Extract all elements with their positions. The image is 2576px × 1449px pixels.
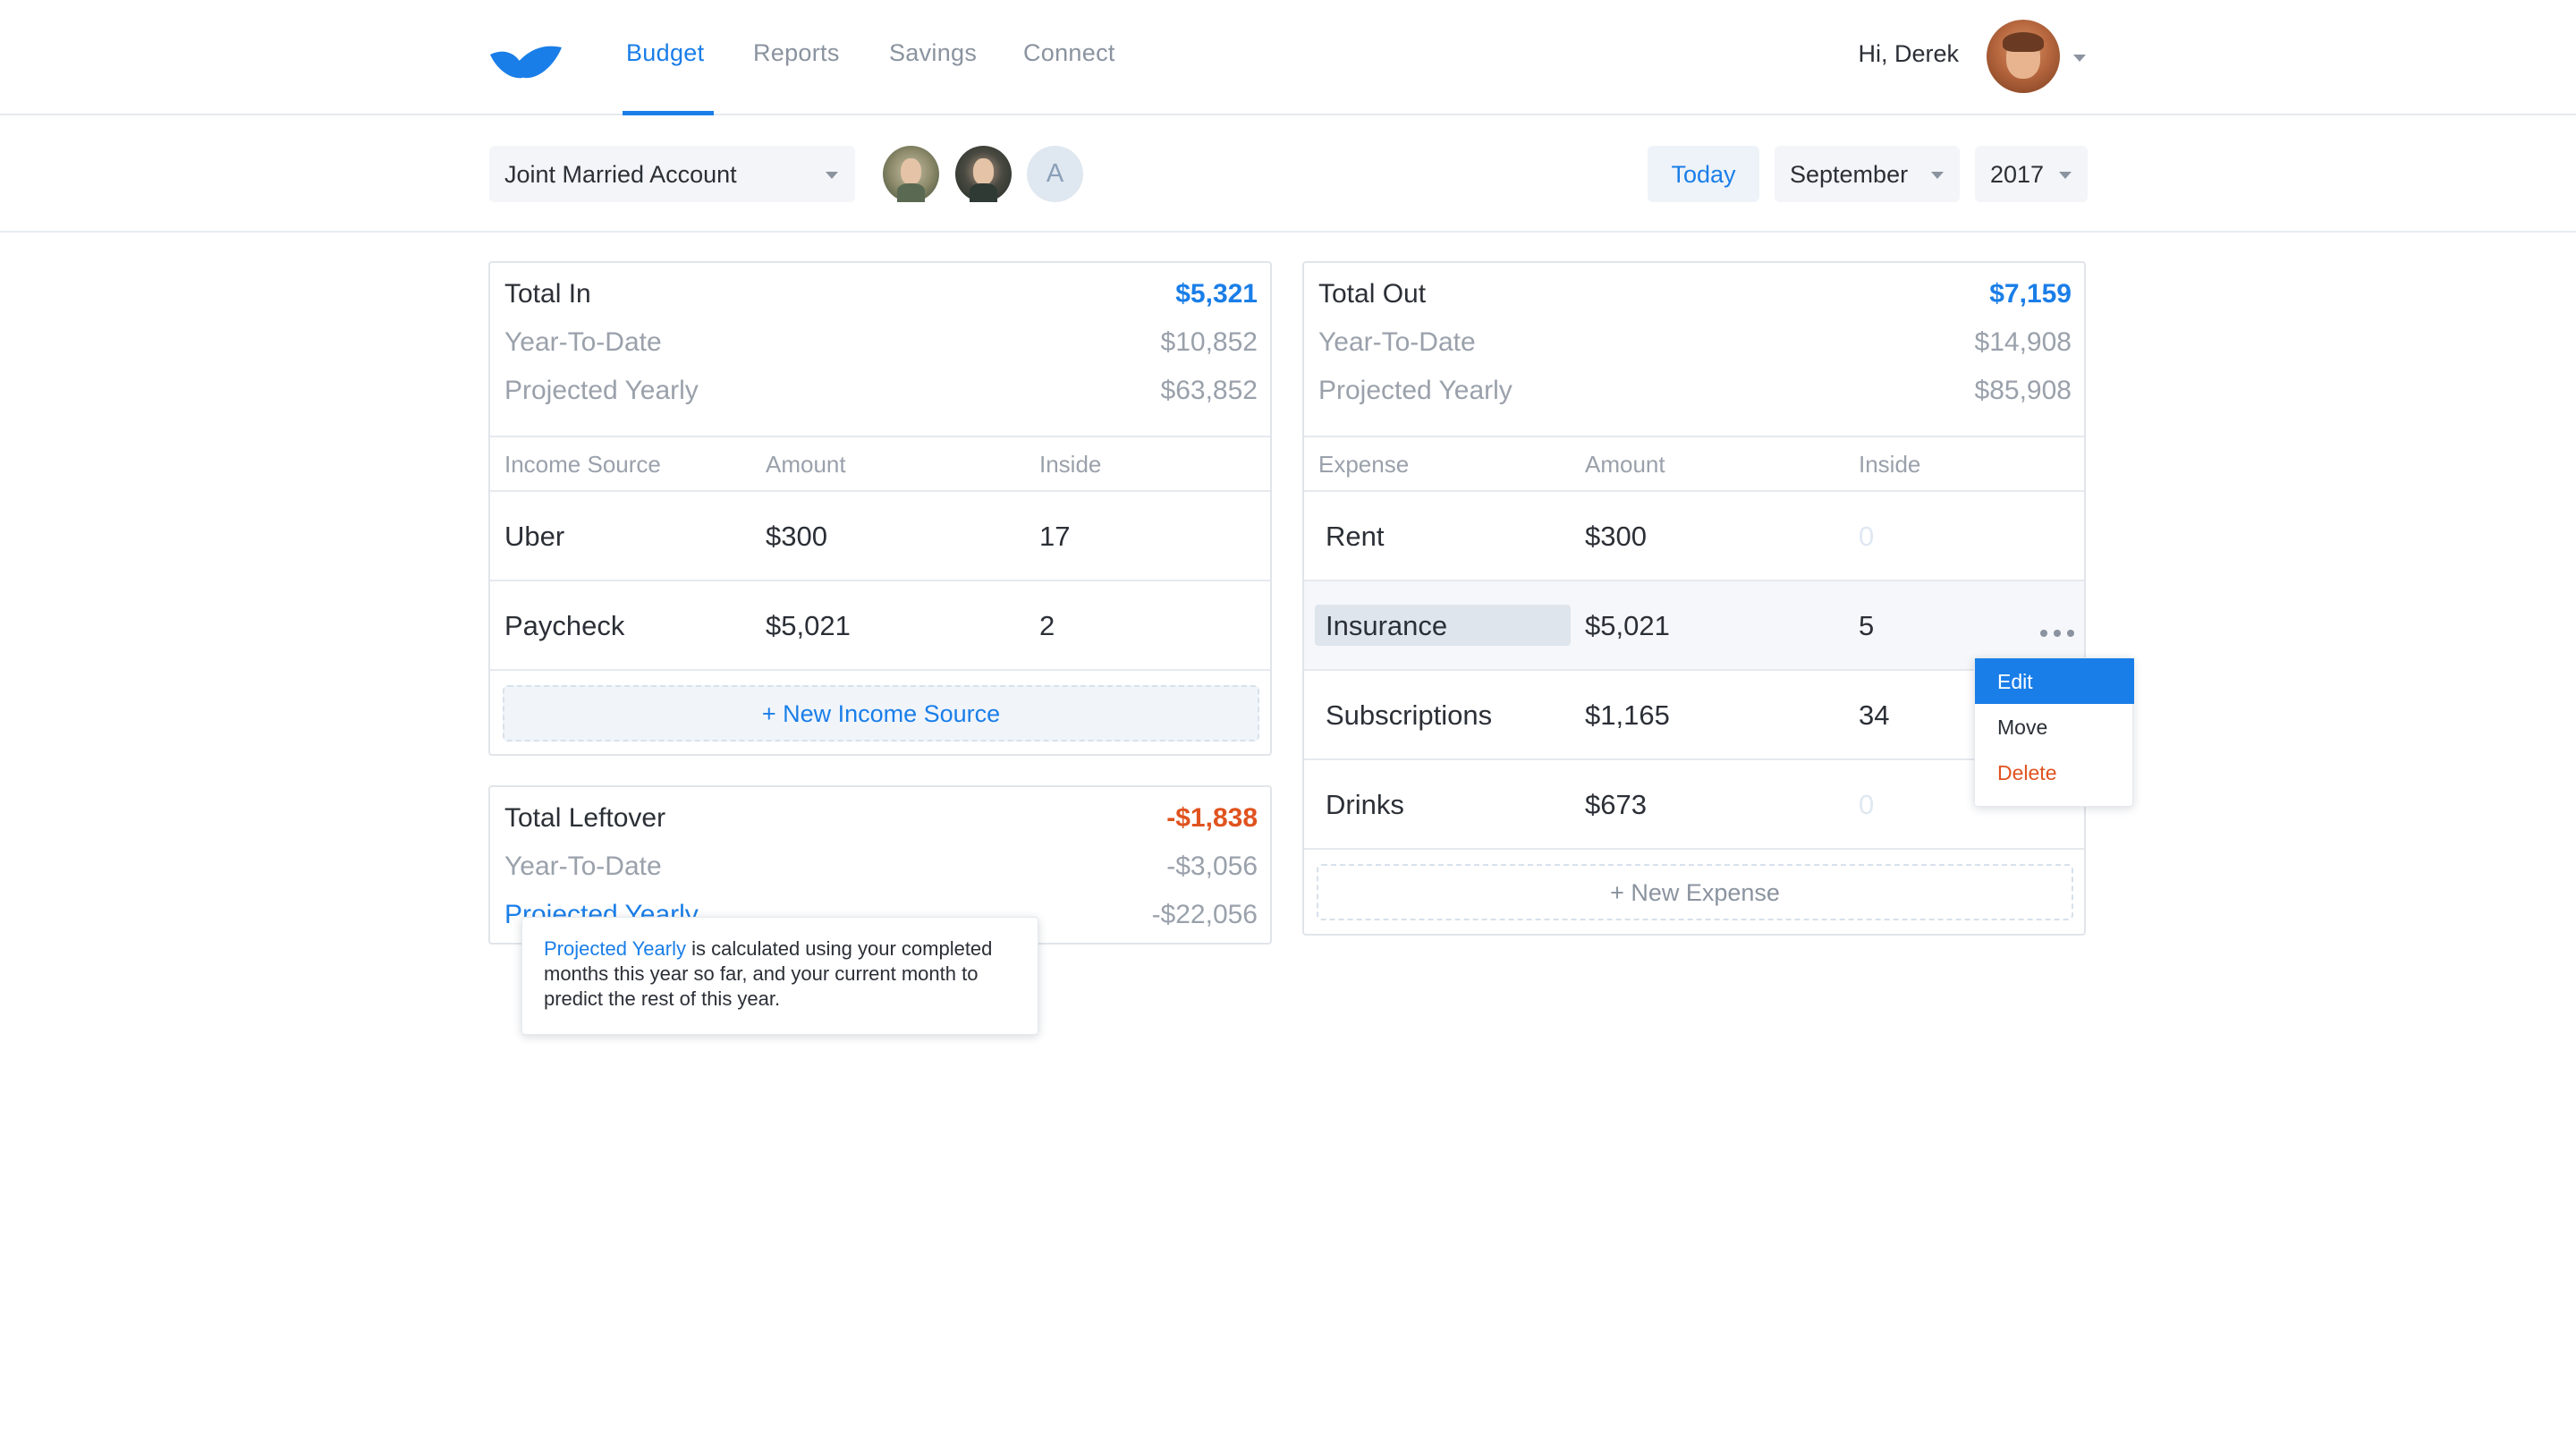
month-chevron-down-icon <box>1931 172 1944 179</box>
divider <box>490 436 1270 437</box>
income-inside: 2 <box>1039 610 1055 641</box>
expense-name: Insurance <box>1326 610 1448 641</box>
divider <box>490 490 1270 492</box>
new-income-source-button[interactable]: + New Income Source <box>503 685 1259 741</box>
divider <box>1304 669 2084 671</box>
expense-ytd-label: Year-To-Date <box>1318 327 1476 357</box>
new-expense-button[interactable]: + New Expense <box>1317 864 2073 920</box>
leftover-ytd-value: -$3,056 <box>1166 852 1258 881</box>
tab-connect[interactable]: Connect <box>1023 39 1115 67</box>
income-ytd-value: $10,852 <box>1160 327 1258 357</box>
member-face <box>973 158 994 185</box>
expense-inside: 0 <box>1859 521 1875 552</box>
top-nav: Budget Reports Savings Connect Hi, Derek <box>0 0 2576 115</box>
budget-toolbar <box>0 117 2576 233</box>
tab-budget[interactable]: Budget <box>626 39 704 67</box>
menu-item-delete[interactable]: Delete <box>1975 750 2134 795</box>
income-ytd-label: Year-To-Date <box>504 327 662 357</box>
income-projected-value: $63,852 <box>1160 376 1258 405</box>
app-logo-icon[interactable] <box>488 38 564 80</box>
month-select-value: September <box>1790 161 1909 188</box>
col-header-expense: Expense <box>1318 451 1410 478</box>
menu-item-edit[interactable]: Edit <box>1975 658 2134 704</box>
tab-reports[interactable]: Reports <box>753 39 840 67</box>
expense-inside: 0 <box>1859 789 1875 820</box>
divider <box>490 669 1270 671</box>
col-header-income-source: Income Source <box>504 451 661 478</box>
expense-ytd-value: $14,908 <box>1974 327 2072 357</box>
divider <box>1304 436 2084 437</box>
account-select[interactable]: Joint Married Account <box>489 146 855 202</box>
member-face <box>901 158 921 185</box>
expense-amount: $5,021 <box>1585 610 1670 641</box>
member-body <box>970 183 997 202</box>
menu-item-move[interactable]: Move <box>1975 704 2134 750</box>
user-avatar[interactable] <box>1987 20 2060 93</box>
expense-name: Rent <box>1326 521 1385 552</box>
total-out-label: Total Out <box>1318 279 1427 309</box>
divider <box>490 580 1270 581</box>
member-body <box>897 183 925 202</box>
expense-amount: $300 <box>1585 521 1647 552</box>
user-greeting: Hi, Derek <box>1858 40 1959 67</box>
income-name: Paycheck <box>504 610 625 641</box>
member-avatar-2[interactable] <box>955 146 1012 202</box>
leftover-projected-value: -$22,056 <box>1151 900 1258 929</box>
leftover-ytd-label: Year-To-Date <box>504 852 662 881</box>
total-in-label: Total In <box>504 279 591 309</box>
income-amount: $5,021 <box>766 610 851 641</box>
expense-amount: $1,165 <box>1585 699 1670 731</box>
income-inside: 17 <box>1039 521 1071 552</box>
user-menu-chevron-down-icon[interactable] <box>2073 55 2086 62</box>
expense-card: Total Out $7,159 Year-To-Date $14,908 Pr… <box>1302 261 2086 936</box>
tab-savings[interactable]: Savings <box>889 39 977 67</box>
month-select[interactable]: September <box>1775 146 1960 202</box>
income-amount: $300 <box>766 521 827 552</box>
year-chevron-down-icon <box>2059 172 2072 179</box>
year-select[interactable]: 2017 <box>1975 146 2088 202</box>
account-chevron-down-icon <box>826 172 838 179</box>
total-leftover-value: -$1,838 <box>1166 803 1258 833</box>
col-header-inside: Inside <box>1859 451 1921 478</box>
row-context-menu: Edit Move Delete <box>1974 657 2134 807</box>
col-header-amount: Amount <box>766 451 846 478</box>
member-avatar-1[interactable] <box>883 146 939 202</box>
avatar-hair <box>2003 32 2044 52</box>
income-projected-label[interactable]: Projected Yearly <box>504 376 699 406</box>
expense-projected-value: $85,908 <box>1974 376 2072 405</box>
divider <box>1304 490 2084 492</box>
expense-inside: 34 <box>1859 699 1890 731</box>
tooltip-term: Projected Yearly <box>544 937 686 960</box>
income-name: Uber <box>504 521 565 552</box>
projected-yearly-tooltip: Projected Yearly is calculated using you… <box>521 917 1038 1035</box>
divider <box>1304 758 2084 760</box>
add-member-avatar[interactable]: A <box>1027 146 1083 202</box>
total-leftover-label: Total Leftover <box>504 803 666 833</box>
year-select-value: 2017 <box>1990 161 2045 188</box>
expense-name: Drinks <box>1326 789 1404 820</box>
expense-inside: 5 <box>1859 610 1875 641</box>
total-in-value: $5,321 <box>1175 279 1258 309</box>
expense-name: Subscriptions <box>1326 699 1493 731</box>
today-button[interactable]: Today <box>1648 146 1759 202</box>
expense-projected-label[interactable]: Projected Yearly <box>1318 376 1513 406</box>
expense-amount: $673 <box>1585 789 1647 820</box>
col-header-amount: Amount <box>1585 451 1665 478</box>
active-tab-indicator <box>623 111 714 115</box>
total-out-value: $7,159 <box>1989 279 2072 309</box>
more-options-icon[interactable] <box>2035 624 2080 642</box>
col-header-inside: Inside <box>1039 451 1102 478</box>
divider <box>1304 848 2084 850</box>
account-select-value: Joint Married Account <box>504 161 737 188</box>
income-card: Total In $5,321 Year-To-Date $10,852 Pro… <box>488 261 1272 756</box>
